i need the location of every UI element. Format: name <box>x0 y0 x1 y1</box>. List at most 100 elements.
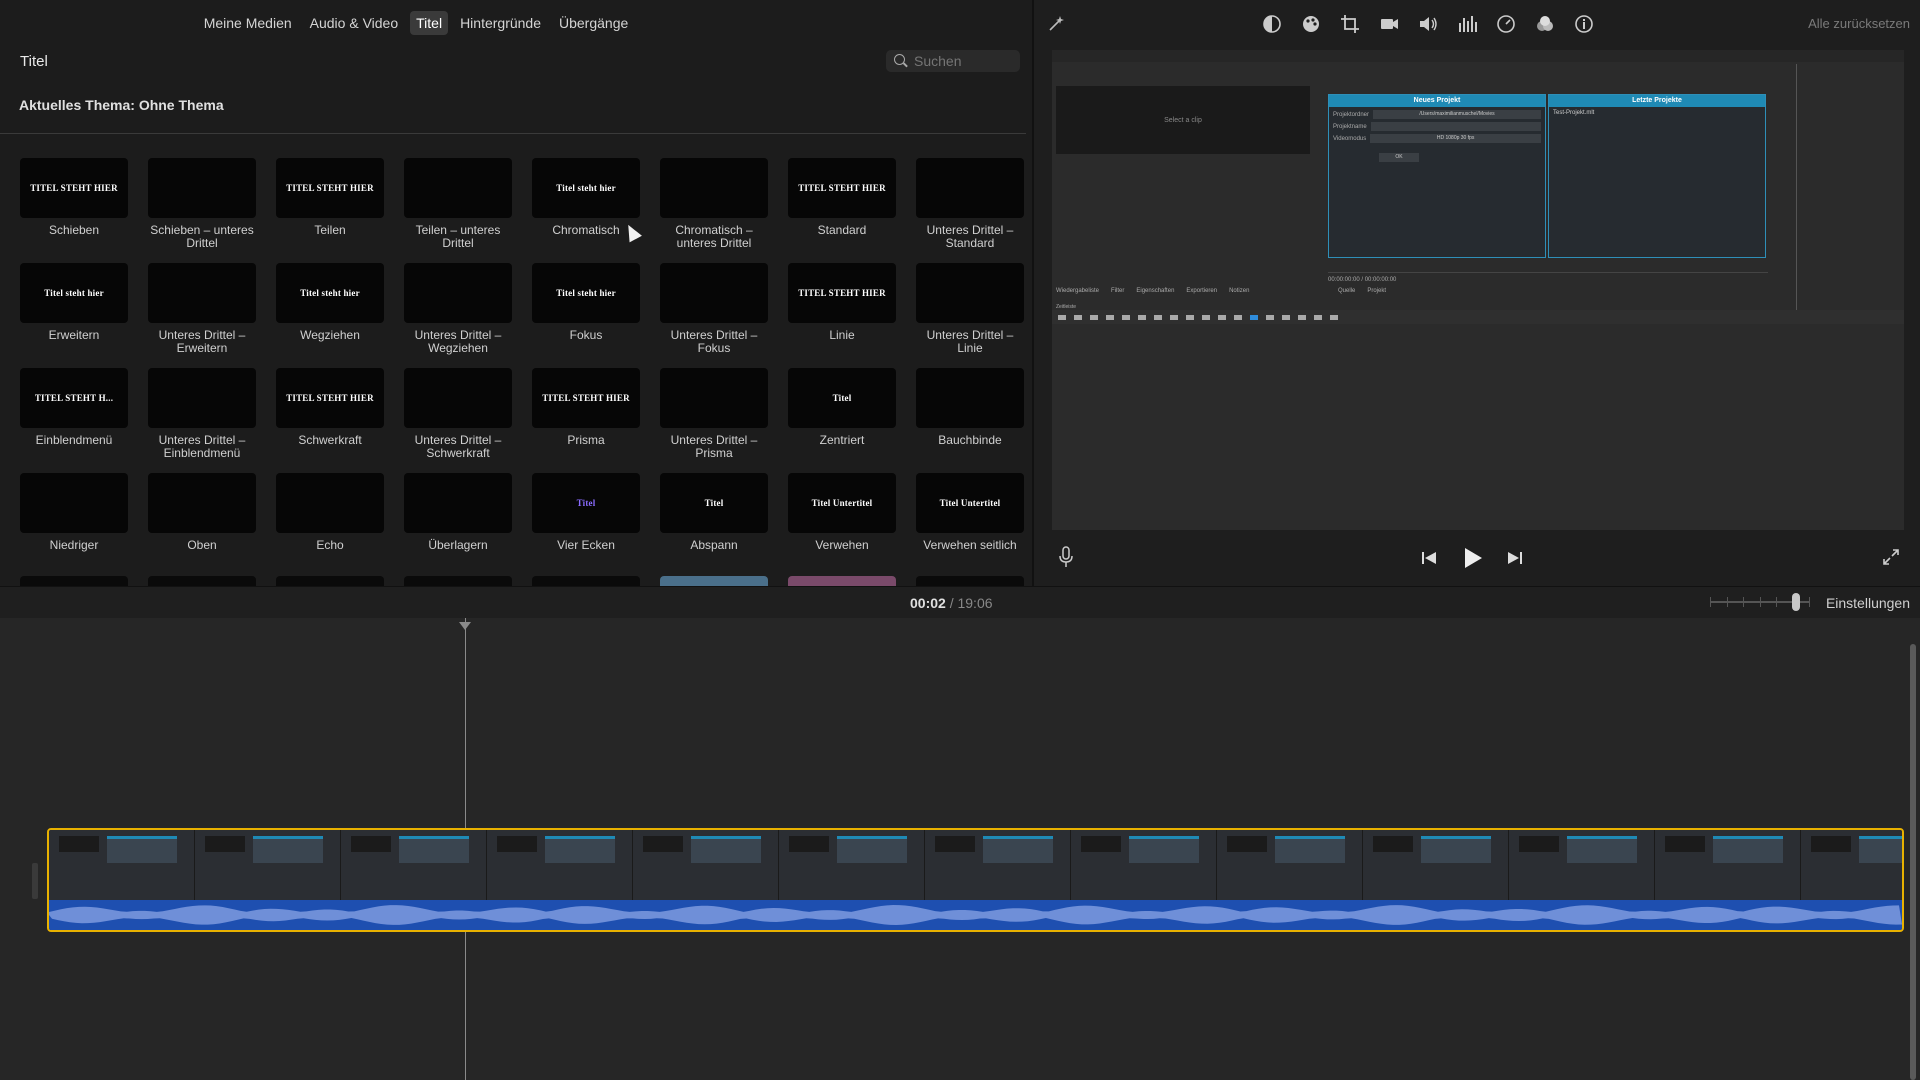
play-icon[interactable] <box>1460 546 1484 570</box>
title-tile[interactable]: Bauchbinde <box>916 368 1024 465</box>
search-box[interactable] <box>886 50 1020 72</box>
title-tile[interactable]: Unteres Drittel – Linie <box>916 263 1024 360</box>
info-icon[interactable] <box>1572 12 1596 36</box>
title-tile-label: Unteres Drittel – Einblendmenü <box>158 433 246 460</box>
total-time: 19:06 <box>957 595 993 611</box>
preview-mode-label: Videomodus <box>1333 135 1367 142</box>
title-tile-label: Unteres Drittel – Linie <box>926 328 1014 355</box>
title-tile[interactable]: Titel Untertitel Verwehen seitlich <box>916 473 1024 570</box>
title-tile-label: Vier Ecken <box>557 538 615 552</box>
playback-controls <box>1034 536 1920 576</box>
title-tile[interactable]: Echo <box>276 473 384 570</box>
title-tile-label: Oben <box>187 538 217 552</box>
title-tile[interactable]: Unteres Drittel – Fokus <box>660 263 768 360</box>
timeline-settings-button[interactable]: Einstellungen <box>1826 595 1910 611</box>
timeline-start-handle[interactable] <box>32 863 38 899</box>
timeline-zoom-slider[interactable] <box>1710 593 1810 611</box>
title-tile[interactable]: TITEL STEHT HIER Linie <box>788 263 896 360</box>
timeline-scrollbar[interactable] <box>1910 644 1916 1080</box>
title-tile[interactable]: Titel Untertitel Verwehen <box>788 473 896 570</box>
equalizer-icon[interactable] <box>1455 12 1479 36</box>
thumbnail-text: TITEL STEHT HIER <box>286 183 374 193</box>
title-tile[interactable]: Titel Zentriert <box>788 368 896 465</box>
title-tile-label: Unteres Drittel – Erweitern <box>158 328 246 355</box>
title-tile[interactable]: TITEL STEHT HIER Schwerkraft <box>276 368 384 465</box>
title-tile-label: Standard <box>817 223 867 237</box>
clip-filter-icon[interactable] <box>1533 12 1557 36</box>
title-thumbnail: TITEL STEHT HIER <box>788 158 896 218</box>
title-tile[interactable]: Unteres Drittel – Einblendmenü <box>148 368 256 465</box>
title-thumbnail: TITEL STEHT H... <box>20 368 128 428</box>
title-tile[interactable]: Unteres Drittel – Prisma <box>660 368 768 465</box>
title-thumbnail: Titel steht hier <box>532 158 640 218</box>
fullscreen-icon[interactable] <box>1882 548 1900 566</box>
tile-partial <box>788 576 896 586</box>
search-input[interactable] <box>914 53 1014 69</box>
preview-mode-value: HD 1080p 30 fps <box>1370 134 1541 143</box>
zoom-knob[interactable] <box>1792 593 1800 611</box>
video-preview[interactable]: Select a clip Neues Projekt Projektordne… <box>1052 50 1904 530</box>
preview-name-value <box>1370 122 1541 131</box>
tile-partial <box>276 576 384 586</box>
thumbnail-text: TITEL STEHT HIER <box>798 288 886 298</box>
title-tile[interactable]: Unteres Drittel – Schwerkraft <box>404 368 512 465</box>
video-clip[interactable] <box>47 828 1904 932</box>
title-tile[interactable]: TITEL STEHT H... Einblendmenü <box>20 368 128 465</box>
title-tile-label: Schieben <box>48 223 100 237</box>
title-tile[interactable]: Unteres Drittel – Wegziehen <box>404 263 512 360</box>
tab-uebergaenge[interactable]: Übergänge <box>553 11 634 35</box>
filmstrip-frame <box>1071 830 1217 900</box>
title-tile[interactable]: TITEL STEHT HIER Standard <box>788 158 896 255</box>
title-tile[interactable]: TITEL STEHT HIER Schieben <box>20 158 128 255</box>
filmstrip-frame <box>633 830 779 900</box>
title-tile-label: Schieben – unteres Drittel <box>150 223 254 250</box>
title-tile[interactable]: Titel steht hier Fokus <box>532 263 640 360</box>
title-tile[interactable]: Teilen – unteres Drittel <box>404 158 512 255</box>
title-thumbnail <box>148 158 256 218</box>
color-balance-icon[interactable] <box>1260 12 1284 36</box>
preview-folder-value: /Users/maximilianmuschel/Movies <box>1373 110 1541 119</box>
stabilization-icon[interactable] <box>1377 12 1401 36</box>
microphone-icon[interactable] <box>1058 546 1074 568</box>
tab-hintergruende[interactable]: Hintergründe <box>454 11 547 35</box>
title-tile[interactable]: Schieben – unteres Drittel <box>148 158 256 255</box>
timeline[interactable] <box>0 618 1920 1080</box>
title-tile[interactable]: TITEL STEHT HIER Prisma <box>532 368 640 465</box>
title-tile[interactable]: Titel Abspann <box>660 473 768 570</box>
skip-back-icon[interactable] <box>1420 549 1438 567</box>
speed-icon[interactable] <box>1494 12 1518 36</box>
title-tile[interactable]: TITEL STEHT HIER Teilen <box>276 158 384 255</box>
title-tile[interactable]: Titel Vier Ecken <box>532 473 640 570</box>
title-thumbnail <box>916 368 1024 428</box>
reset-all-button[interactable]: Alle zurücksetzen <box>1808 16 1910 31</box>
title-tile[interactable]: Niedriger <box>20 473 128 570</box>
title-tile[interactable]: Titel steht hier Chromatisch <box>532 158 640 255</box>
tab-meine-medien[interactable]: Meine Medien <box>198 11 298 35</box>
tab-audio-video[interactable]: Audio & Video <box>304 11 404 35</box>
color-correction-icon[interactable] <box>1299 12 1323 36</box>
title-tile[interactable]: Titel steht hier Wegziehen <box>276 263 384 360</box>
title-thumbnail: Titel <box>532 473 640 533</box>
thumbnail-text: Titel Untertitel <box>939 498 1001 508</box>
timecode: 00:02 / 19:06 <box>910 595 993 611</box>
crop-icon[interactable] <box>1338 12 1362 36</box>
title-tile[interactable]: Überlagern <box>404 473 512 570</box>
timeline-header: 00:02 / 19:06 Einstellungen <box>0 586 1920 618</box>
title-tile[interactable]: Titel steht hier Erweitern <box>20 263 128 360</box>
thumbnail-text: Titel <box>576 498 596 508</box>
title-tile[interactable]: Unteres Drittel – Standard <box>916 158 1024 255</box>
volume-icon[interactable] <box>1416 12 1440 36</box>
preview-tabs-left: Wiedergabeliste Filter Eigenschaften Exp… <box>1056 288 1249 294</box>
filmstrip-frame <box>779 830 925 900</box>
title-tile-label: Chromatisch <box>552 223 620 237</box>
current-theme-label[interactable]: Aktuelles Thema: Ohne Thema <box>19 97 224 113</box>
title-thumbnail <box>148 263 256 323</box>
title-tile[interactable]: Oben <box>148 473 256 570</box>
title-tile[interactable]: Chromatisch – unteres Drittel <box>660 158 768 255</box>
tab-titel[interactable]: Titel <box>410 11 449 35</box>
skip-forward-icon[interactable] <box>1506 549 1524 567</box>
title-tile[interactable]: Unteres Drittel – Erweitern <box>148 263 256 360</box>
magic-wand-icon[interactable] <box>1046 14 1066 34</box>
title-thumbnail: Titel <box>660 473 768 533</box>
filmstrip-frame <box>1509 830 1655 900</box>
